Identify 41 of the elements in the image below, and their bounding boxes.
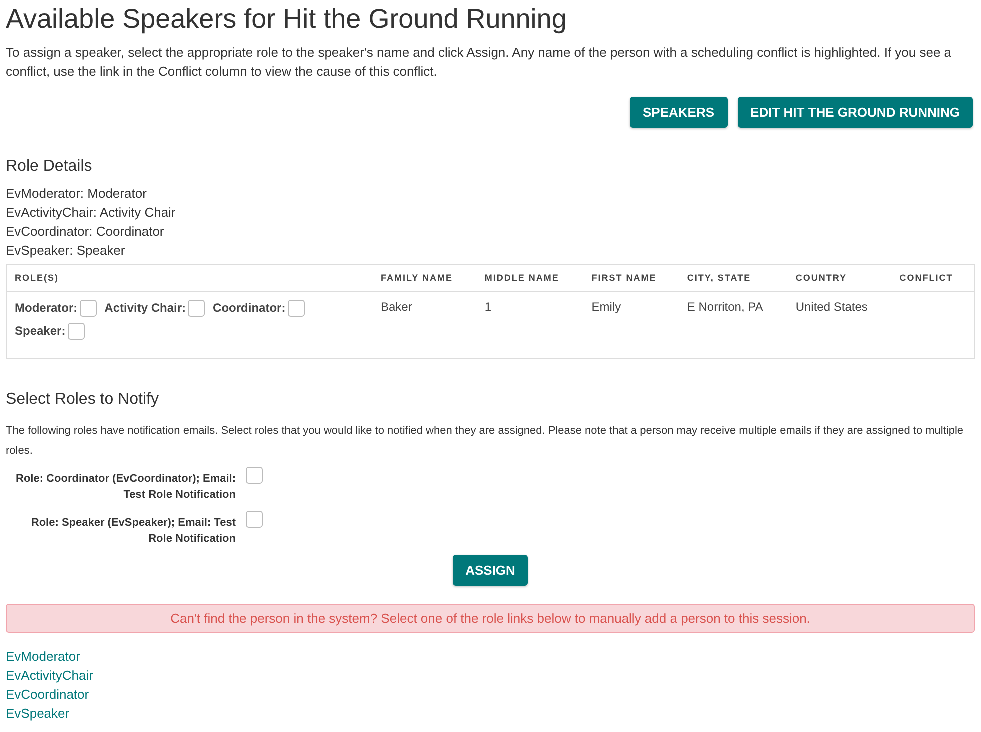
role-link[interactable]: EvSpeaker (6, 704, 70, 723)
column-header: CITY, STATE (679, 264, 788, 292)
checkbox[interactable] (80, 300, 97, 317)
column-header: MIDDLE NAME (476, 264, 584, 292)
column-header: COUNTRY (788, 264, 892, 292)
role-label: Activity Chair: (104, 300, 186, 315)
table-cell: Baker (373, 292, 477, 358)
page-title: Available Speakers for Hit the Ground Running (6, 4, 568, 35)
checkbox[interactable] (68, 323, 85, 340)
table-cell: 1 (476, 292, 584, 358)
checkbox[interactable] (288, 300, 305, 317)
intro-text: To assign a speaker, select the appropriate role to the speaker's name and click Assign. Any name of the person with a scheduling conflict is highlighted. If you see a conflict, use the link in the Conflict column to view the cause of this conflict. (6, 44, 953, 81)
assign-button[interactable]: ASSIGN (452, 555, 528, 586)
checkbox[interactable] (246, 467, 263, 484)
section-heading: Select Roles to Notify (6, 391, 160, 409)
section-heading: Role Details (6, 158, 94, 176)
role-label: Speaker: (15, 324, 66, 338)
role-link[interactable]: EvModerator (6, 647, 80, 666)
role-description: EvSpeaker: Speaker (6, 242, 126, 260)
edit-button[interactable]: EDIT HIT THE GROUND RUNNING (738, 97, 973, 128)
column-header: FAMILY NAME (373, 264, 477, 292)
notify-label: Role: Coordinator (EvCoordinator); Email: Test Role Notification (15, 472, 236, 503)
role-label: Moderator: (15, 300, 78, 315)
table-cell: United States (788, 292, 892, 358)
table-cell: Emily (584, 292, 680, 358)
alert-banner: Can't find the person in the system? Select one of the role links below to manually add a person to this session. (6, 604, 975, 633)
notify-label: Role: Speaker (EvSpeaker); Email: Test Role Notification (30, 516, 236, 547)
column-header: CONFLICT (892, 264, 974, 292)
column-header: FIRST NAME (584, 264, 680, 292)
notify-description: The following roles have notification emails. Select roles that you would like to notified when they are assigned. Please note that a person may receive multiple emails if they are assigned to multiple roles. (6, 424, 965, 459)
role-description: EvCoordinator: Coordinator (6, 223, 166, 241)
role-description: EvModerator: Moderator (6, 185, 148, 203)
role-label: Coordinator: (213, 300, 286, 315)
speakers-button[interactable]: SPEAKERS (630, 97, 728, 128)
column-header: ROLE(S) (6, 264, 373, 292)
table-cell: E Norriton, PA (679, 292, 788, 358)
checkbox[interactable] (188, 300, 206, 317)
role-link[interactable]: EvActivityChair (6, 666, 94, 685)
role-description: EvActivityChair: Activity Chair (6, 204, 177, 222)
role-link[interactable]: EvCoordinator (6, 685, 90, 704)
checkbox[interactable] (246, 511, 263, 528)
